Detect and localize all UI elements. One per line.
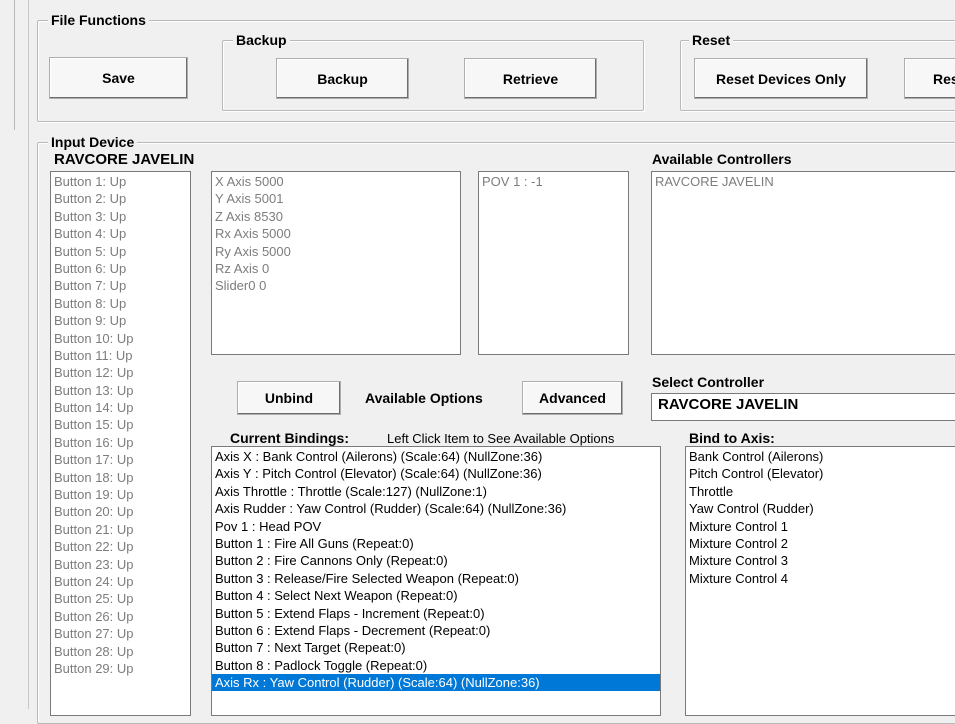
current-bindings-list[interactable]: Axis X : Bank Control (Ailerons) (Scale:… <box>211 446 661 716</box>
button-state-row[interactable]: Button 10: Up <box>54 330 187 347</box>
button-state-row[interactable]: Button 15: Up <box>54 416 187 433</box>
binding-row[interactable]: Button 3 : Release/Fire Selected Weapon … <box>215 570 657 587</box>
button-state-row[interactable]: Button 7: Up <box>54 277 187 294</box>
pov-value-row[interactable]: POV 1 : -1 <box>482 173 625 190</box>
axis-option-row[interactable]: Mixture Control 1 <box>689 518 955 535</box>
bind-to-axis-list[interactable]: Bank Control (Ailerons) Pitch Control (El… <box>685 446 955 716</box>
binding-row[interactable]: Button 2 : Fire Cannons Only (Repeat:0) <box>215 552 657 569</box>
button-state-row[interactable]: Button 3: Up <box>54 208 187 225</box>
axis-value-row[interactable]: Slider0 0 <box>215 277 457 294</box>
button-state-row[interactable]: Button 14: Up <box>54 399 187 416</box>
button-state-row[interactable]: Button 13: Up <box>54 382 187 399</box>
axis-option-row[interactable]: Mixture Control 4 <box>689 570 955 587</box>
button-state-row[interactable]: Button 11: Up <box>54 347 187 364</box>
button-state-row[interactable]: Button 29: Up <box>54 660 187 677</box>
reset-title: Reset <box>689 32 734 48</box>
button-state-row[interactable]: Button 6: Up <box>54 260 187 277</box>
binding-row[interactable]: Button 8 : Padlock Toggle (Repeat:0) <box>215 657 657 674</box>
reset-all-label: Reset <box>933 70 955 87</box>
file-functions-title: File Functions <box>48 12 149 28</box>
current-bindings-title: Current Bindings: <box>230 430 349 446</box>
axis-option-row[interactable]: Throttle <box>689 483 955 500</box>
available-options-label: Available Options <box>365 390 483 406</box>
button-state-row[interactable]: Button 16: Up <box>54 434 187 451</box>
binding-row[interactable]: Axis Y : Pitch Control (Elevator) (Scale… <box>215 465 657 482</box>
select-controller-title: Select Controller <box>652 374 765 390</box>
button-state-row[interactable]: Button 18: Up <box>54 469 187 486</box>
button-state-row[interactable]: Button 8: Up <box>54 295 187 312</box>
binding-row[interactable]: Button 5 : Extend Flaps - Increment (Rep… <box>215 605 657 622</box>
current-bindings-hint: Left Click Item to See Available Options <box>387 431 615 446</box>
axis-values-list[interactable]: X Axis 5000 Y Axis 5001 Z Axis 8530 Rx Axis… <box>211 171 461 355</box>
axis-value-row[interactable]: Rx Axis 5000 <box>215 225 457 242</box>
binding-row[interactable]: Button 4 : Select Next Weapon (Repeat:0) <box>215 587 657 604</box>
button-state-row[interactable]: Button 25: Up <box>54 590 187 607</box>
axis-option-row[interactable]: Mixture Control 2 <box>689 535 955 552</box>
button-state-row[interactable]: Button 9: Up <box>54 312 187 329</box>
binding-row[interactable]: Button 6 : Extend Flaps - Decrement (Rep… <box>215 622 657 639</box>
button-state-row[interactable]: Button 12: Up <box>54 364 187 381</box>
binding-row[interactable]: Button 7 : Next Target (Repeat:0) <box>215 639 657 656</box>
controller-row[interactable]: RAVCORE JAVELIN <box>655 173 955 190</box>
available-controllers-list[interactable]: RAVCORE JAVELIN <box>651 171 955 355</box>
advanced-button[interactable]: Advanced <box>522 381 623 415</box>
backup-button[interactable]: Backup <box>276 58 409 99</box>
pov-values-list[interactable]: POV 1 : -1 <box>478 171 629 355</box>
binding-row[interactable]: Axis X : Bank Control (Ailerons) (Scale:… <box>215 448 657 465</box>
backup-title: Backup <box>233 32 290 48</box>
button-state-row[interactable]: Button 21: Up <box>54 521 187 538</box>
button-state-row[interactable]: Button 17: Up <box>54 451 187 468</box>
button-state-row[interactable]: Button 27: Up <box>54 625 187 642</box>
axis-value-row[interactable]: Y Axis 5001 <box>215 190 457 207</box>
button-state-row[interactable]: Button 24: Up <box>54 573 187 590</box>
device-name: RAVCORE JAVELIN <box>54 151 195 168</box>
binding-row[interactable]: Button 1 : Fire All Guns (Repeat:0) <box>215 535 657 552</box>
axis-option-row[interactable]: Yaw Control (Rudder) <box>689 500 955 517</box>
save-button[interactable]: Save <box>49 57 188 99</box>
axis-option-row[interactable]: Pitch Control (Elevator) <box>689 465 955 482</box>
button-state-row[interactable]: Button 4: Up <box>54 225 187 242</box>
button-states-list[interactable]: Button 1: Up Button 2: Up Button 3: Up Butt… <box>50 171 191 716</box>
reset-all-button[interactable]: Reset <box>904 58 955 99</box>
retrieve-button[interactable]: Retrieve <box>464 58 597 99</box>
button-state-row[interactable]: Button 23: Up <box>54 556 187 573</box>
binding-row[interactable]: Axis Throttle : Throttle (Scale:127) (Nu… <box>215 483 657 500</box>
button-state-row[interactable]: Button 22: Up <box>54 538 187 555</box>
binding-row[interactable]: Pov 1 : Head POV <box>215 518 657 535</box>
reset-devices-only-button[interactable]: Reset Devices Only <box>694 58 868 99</box>
axis-option-row[interactable]: Mixture Control 3 <box>689 552 955 569</box>
available-controllers-title: Available Controllers <box>652 151 792 167</box>
button-state-row[interactable]: Button 28: Up <box>54 643 187 660</box>
binding-row[interactable]: Axis Rx : Yaw Control (Rudder) (Scale:64… <box>212 674 660 692</box>
axis-value-row[interactable]: Rz Axis 0 <box>215 260 457 277</box>
button-state-row[interactable]: Button 1: Up <box>54 173 187 190</box>
axis-option-row[interactable]: Bank Control (Ailerons) <box>689 448 955 465</box>
button-state-row[interactable]: Button 26: Up <box>54 608 187 625</box>
axis-value-row[interactable]: X Axis 5000 <box>215 173 457 190</box>
axis-value-row[interactable]: Ry Axis 5000 <box>215 243 457 260</box>
button-state-row[interactable]: Button 20: Up <box>54 503 187 520</box>
button-state-row[interactable]: Button 5: Up <box>54 243 187 260</box>
window-left-edge <box>0 0 15 130</box>
select-controller-field[interactable]: RAVCORE JAVELIN <box>651 393 955 421</box>
button-state-row[interactable]: Button 19: Up <box>54 486 187 503</box>
unbind-button[interactable]: Unbind <box>237 381 341 415</box>
input-device-title: Input Device <box>48 134 138 150</box>
bind-to-axis-title: Bind to Axis: <box>689 430 775 446</box>
left-panel-divider <box>28 0 29 709</box>
binding-row[interactable]: Axis Rudder : Yaw Control (Rudder) (Scal… <box>215 500 657 517</box>
button-state-row[interactable]: Button 2: Up <box>54 190 187 207</box>
axis-value-row[interactable]: Z Axis 8530 <box>215 208 457 225</box>
